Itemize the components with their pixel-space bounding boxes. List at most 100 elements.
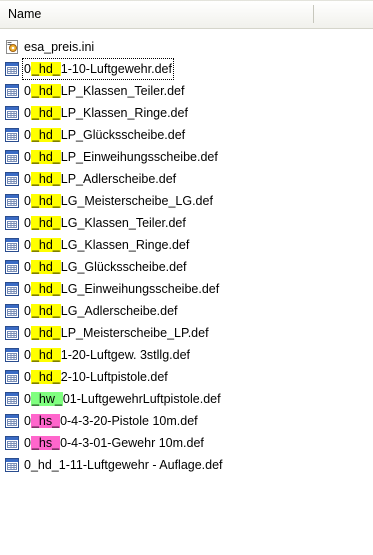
- file-name-prefix: 0: [24, 414, 31, 428]
- file-name-suffix: LG_Adlerscheibe.def: [60, 304, 178, 318]
- file-name-suffix: LP_Glücksscheibe.def: [60, 128, 186, 142]
- list-item[interactable]: 0_hd_LG_Klassen_Teiler.def: [0, 212, 373, 234]
- file-name-prefix: 0: [24, 216, 31, 230]
- file-name-suffix: LG_Glücksscheibe.def: [60, 260, 187, 274]
- file-name-prefix: 0: [24, 172, 31, 186]
- list-item[interactable]: 0_hd_1-11-Luftgewehr - Auflage.def: [0, 454, 373, 476]
- file-name-prefix: 0: [24, 260, 31, 274]
- def-file-icon: [4, 105, 20, 121]
- list-item[interactable]: 0_hw_01-LuftgewehrLuftpistole.def: [0, 388, 373, 410]
- file-name: 0_hd_2-10-Luftpistole.def: [22, 366, 170, 388]
- list-item[interactable]: 0_hd_2-10-Luftpistole.def: [0, 366, 373, 388]
- file-name-highlight: _hd_: [30, 150, 61, 164]
- file-name-highlight: _hd_: [30, 84, 61, 98]
- file-name-prefix: 0: [24, 62, 31, 76]
- file-name-prefix: 0: [24, 348, 31, 362]
- ini-gear-icon: [4, 39, 20, 55]
- def-file-icon: [4, 237, 20, 253]
- file-name-suffix: LP_Klassen_Teiler.def: [60, 84, 185, 98]
- file-name-highlight: _hd_: [30, 106, 61, 120]
- def-file-icon: [4, 281, 20, 297]
- file-name-highlight: _hs_: [30, 414, 61, 428]
- def-file-icon: [4, 193, 20, 209]
- file-name-suffix: 0-4-3-20-Pistole 10m.def: [60, 414, 198, 428]
- file-name-suffix: LP_Adlerscheibe.def: [60, 172, 177, 186]
- list-item[interactable]: 0_hd_LG_Adlerscheibe.def: [0, 300, 373, 322]
- def-file-icon: [4, 303, 20, 319]
- file-name-prefix: 0: [24, 326, 31, 340]
- list-item[interactable]: 0_hd_LP_Klassen_Ringe.def: [0, 102, 373, 124]
- file-name-highlight: _hw_: [30, 392, 63, 406]
- file-name: 0_hd_LG_Glücksscheibe.def: [22, 256, 189, 278]
- file-name-suffix: LP_Klassen_Ringe.def: [60, 106, 188, 120]
- file-name: 0_hd_1-10-Luftgewehr.def: [22, 58, 174, 80]
- file-name-suffix: 01-LuftgewehrLuftpistole.def: [62, 392, 221, 406]
- list-item[interactable]: 0_hs_0-4-3-20-Pistole 10m.def: [0, 410, 373, 432]
- file-name-suffix: 1-20-Luftgew. 3stllg.def: [60, 348, 191, 362]
- file-name: 0_hd_LG_Meisterscheibe_LG.def: [22, 190, 215, 212]
- def-file-icon: [4, 127, 20, 143]
- file-name-highlight: _hd_: [30, 282, 61, 296]
- file-name: 0_hd_LG_Klassen_Ringe.def: [22, 234, 191, 256]
- file-name-suffix: LG_Klassen_Teiler.def: [60, 216, 186, 230]
- def-file-icon: [4, 325, 20, 341]
- file-name-suffix: 0-4-3-01-Gewehr 10m.def: [60, 436, 204, 450]
- list-item[interactable]: 0_hd_LP_Glücksscheibe.def: [0, 124, 373, 146]
- file-name-suffix: LP_Einweihungsscheibe.def: [60, 150, 218, 164]
- file-name-highlight: _hd_: [30, 326, 61, 340]
- list-item[interactable]: 0_hd_1-20-Luftgew. 3stllg.def: [0, 344, 373, 366]
- list-item[interactable]: 0_hd_LP_Klassen_Teiler.def: [0, 80, 373, 102]
- list-item[interactable]: 0_hd_LG_Einweihungsscheibe.def: [0, 278, 373, 300]
- file-name-prefix: 0: [24, 84, 31, 98]
- file-name: esa_preis.ini: [22, 36, 96, 58]
- list-item[interactable]: 0_hd_LP_Adlerscheibe.def: [0, 168, 373, 190]
- def-file-icon: [4, 259, 20, 275]
- file-name-prefix: 0: [24, 282, 31, 296]
- def-file-icon: [4, 149, 20, 165]
- file-name: 0_hd_LP_Meisterscheibe_LP.def: [22, 322, 211, 344]
- def-file-icon: [4, 391, 20, 407]
- list-item[interactable]: esa_preis.ini: [0, 36, 373, 58]
- file-name-suffix: LP_Meisterscheibe_LP.def: [60, 326, 209, 340]
- def-file-icon: [4, 83, 20, 99]
- file-name-highlight: _hd_: [30, 238, 61, 252]
- file-name-highlight: _hs_: [30, 436, 61, 450]
- file-name-prefix: 0: [24, 128, 31, 142]
- file-name-highlight: _hd_: [30, 194, 61, 208]
- def-file-icon: [4, 347, 20, 363]
- file-name-highlight: _hd_: [30, 260, 61, 274]
- file-name-prefix: 0: [24, 436, 31, 450]
- file-name: 0_hd_LP_Glücksscheibe.def: [22, 124, 187, 146]
- list-item[interactable]: 0_hd_1-10-Luftgewehr.def: [0, 58, 373, 80]
- file-name-prefix: 0_hd_1-11-Luftgewehr - Auflage.def: [24, 458, 223, 472]
- column-resize-handle[interactable]: [313, 5, 314, 23]
- file-name: 0_hd_LP_Klassen_Teiler.def: [22, 80, 186, 102]
- file-name-highlight: _hd_: [30, 370, 61, 384]
- file-name: 0_hd_LG_Adlerscheibe.def: [22, 300, 180, 322]
- file-name: 0_hs_0-4-3-20-Pistole 10m.def: [22, 410, 200, 432]
- file-name-highlight: _hd_: [30, 304, 61, 318]
- file-name-highlight: _hd_: [30, 62, 61, 76]
- file-name-prefix: 0: [24, 194, 31, 208]
- list-item[interactable]: 0_hd_LP_Einweihungsscheibe.def: [0, 146, 373, 168]
- name-column-header[interactable]: Name: [8, 7, 41, 21]
- file-name-highlight: _hd_: [30, 216, 61, 230]
- def-file-icon: [4, 457, 20, 473]
- file-name-prefix: esa_preis.ini: [24, 40, 95, 54]
- file-name-prefix: 0: [24, 304, 31, 318]
- file-name-suffix: LG_Klassen_Ringe.def: [60, 238, 190, 252]
- file-name-prefix: 0: [24, 106, 31, 120]
- list-item[interactable]: 0_hd_LG_Klassen_Ringe.def: [0, 234, 373, 256]
- list-item[interactable]: 0_hd_LG_Glücksscheibe.def: [0, 256, 373, 278]
- file-name: 0_hd_LG_Einweihungsscheibe.def: [22, 278, 221, 300]
- list-item[interactable]: 0_hs_0-4-3-01-Gewehr 10m.def: [0, 432, 373, 454]
- file-name-suffix: LG_Meisterscheibe_LG.def: [60, 194, 213, 208]
- def-file-icon: [4, 369, 20, 385]
- list-item[interactable]: 0_hd_LP_Meisterscheibe_LP.def: [0, 322, 373, 344]
- file-name-highlight: _hd_: [30, 348, 61, 362]
- def-file-icon: [4, 435, 20, 451]
- list-item[interactable]: 0_hd_LG_Meisterscheibe_LG.def: [0, 190, 373, 212]
- file-name-prefix: 0: [24, 370, 31, 384]
- column-header: Name: [0, 0, 373, 29]
- file-name-prefix: 0: [24, 392, 31, 406]
